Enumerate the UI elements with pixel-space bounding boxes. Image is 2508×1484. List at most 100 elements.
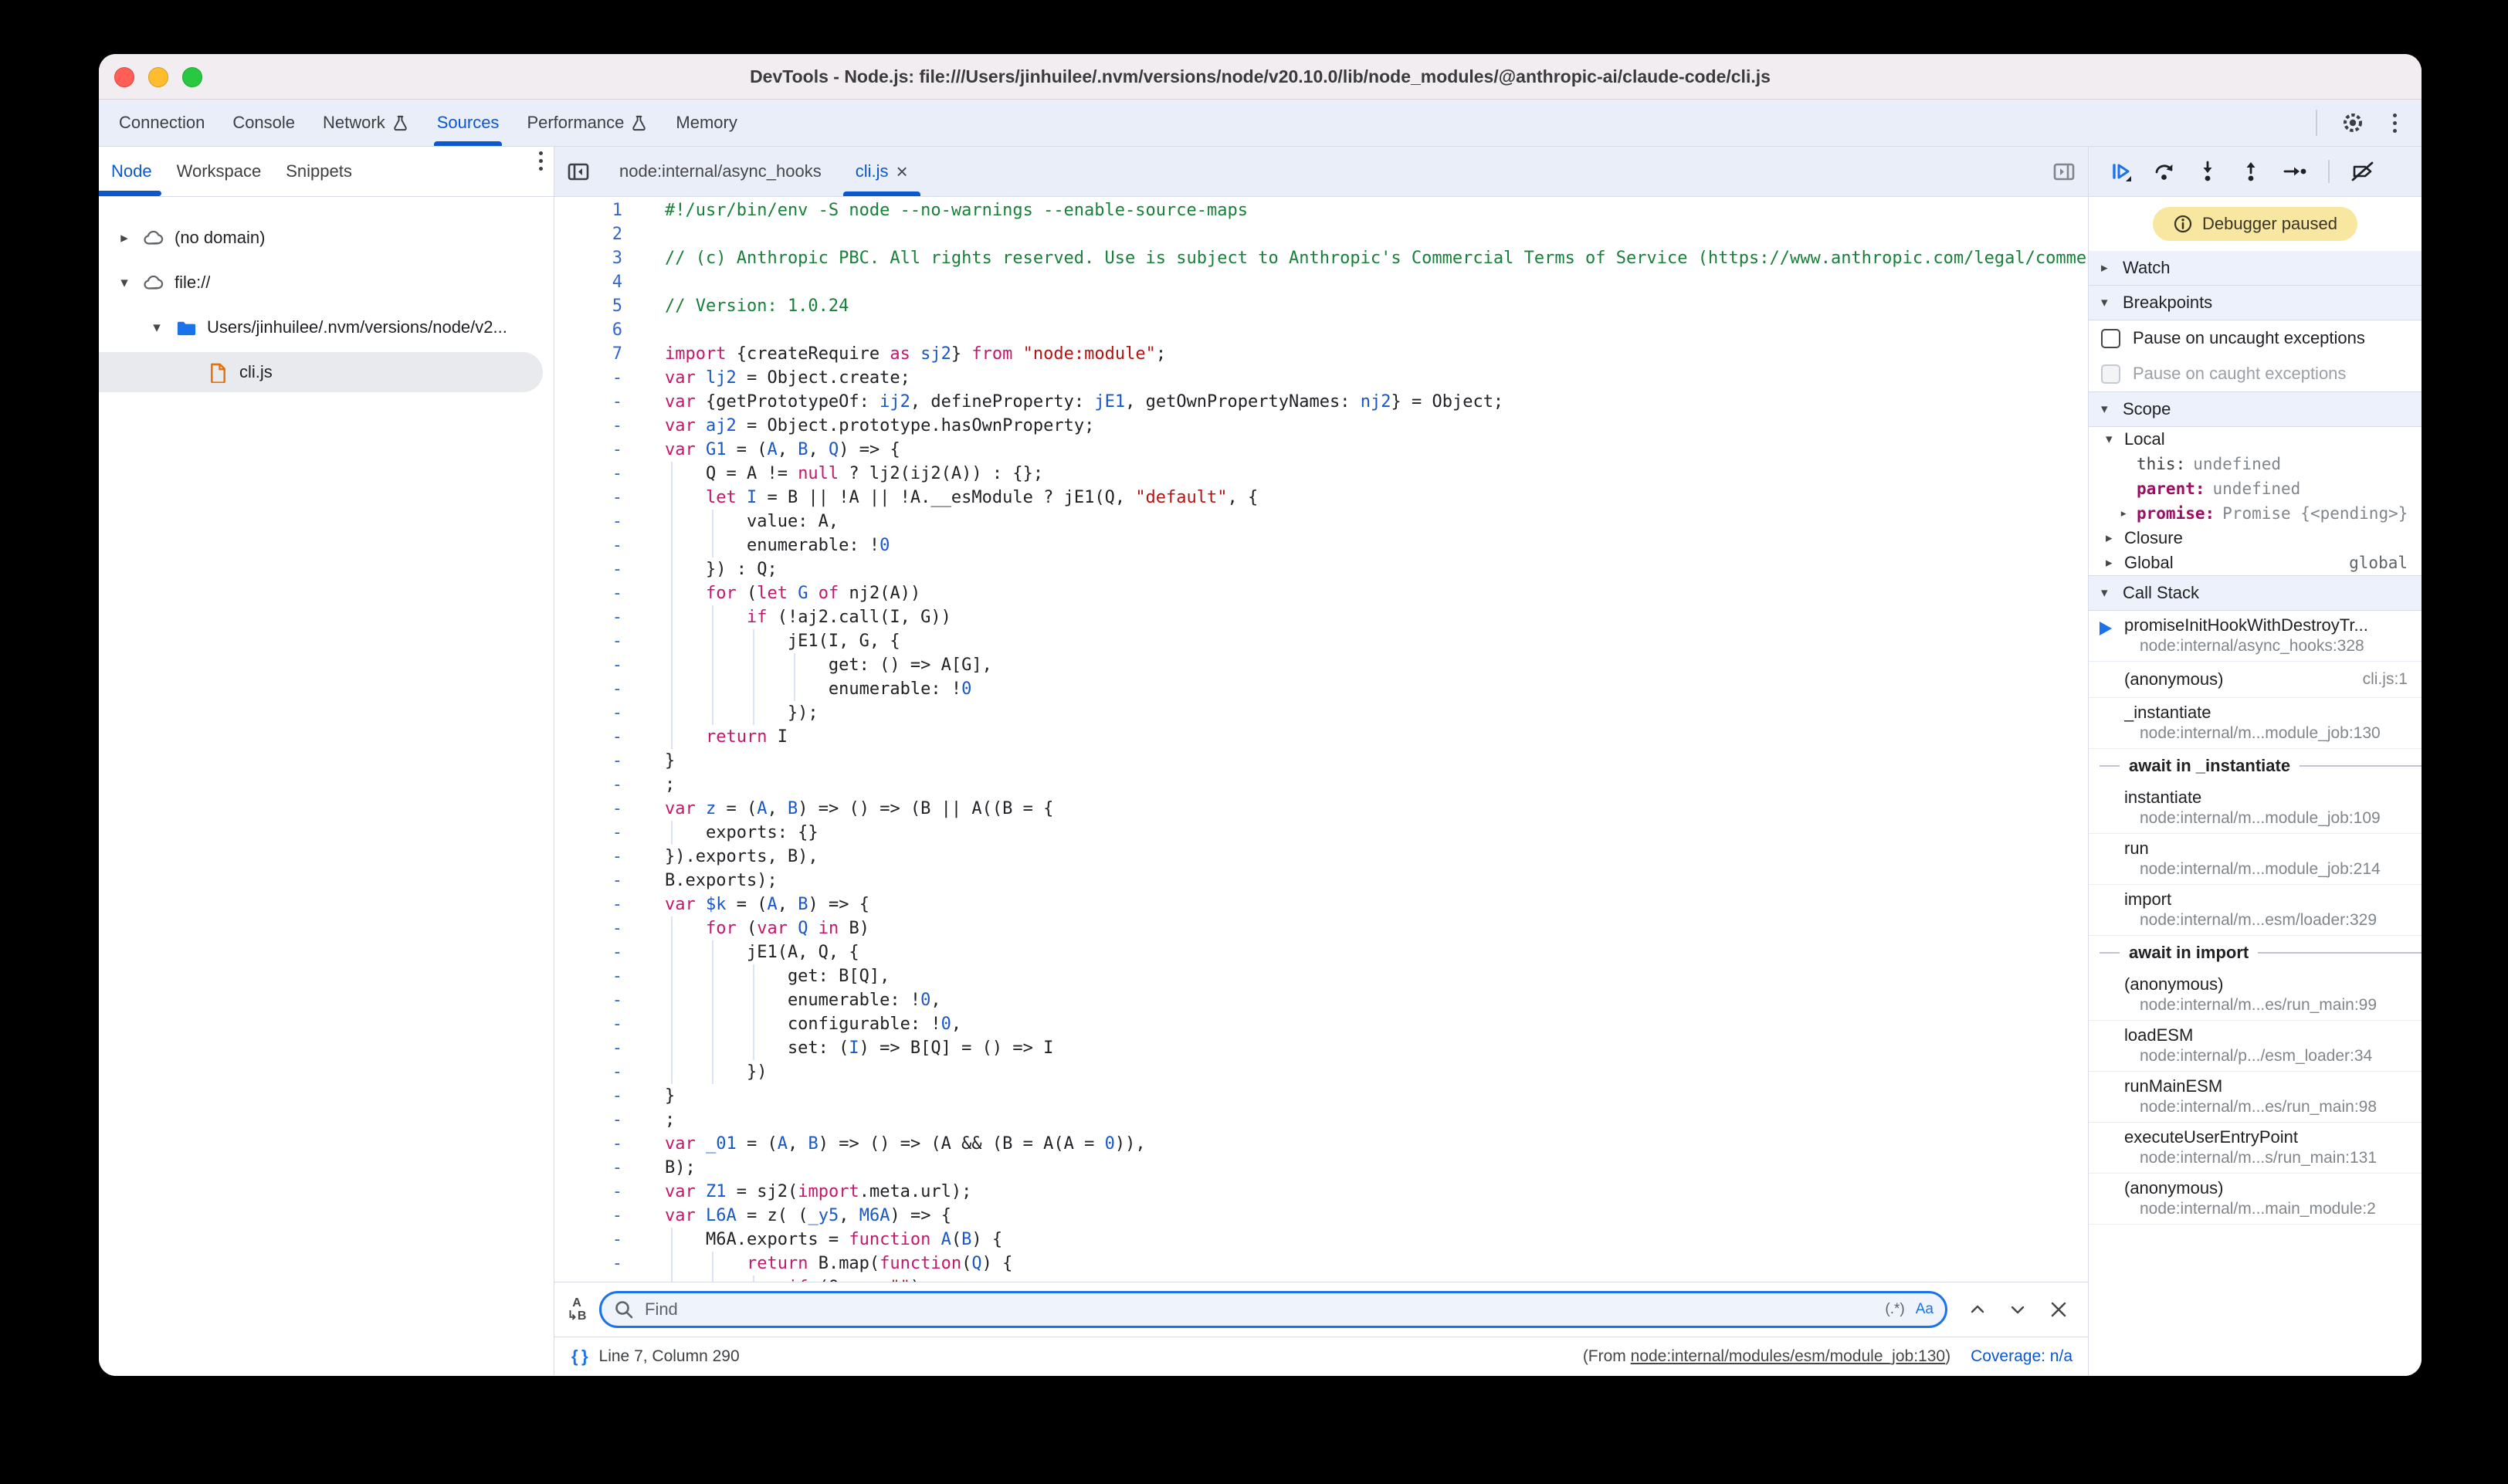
gutter-dash[interactable]: - <box>554 1084 644 1108</box>
gutter-dash[interactable]: - <box>554 366 644 390</box>
call-stack-frame[interactable]: (anonymous)node:internal/m...es/run_main… <box>2089 970 2422 1021</box>
tree-item-users-jinhuilee-nvm-versions-node-v2-[interactable]: ▾Users/jinhuilee/.nvm/versions/node/v2..… <box>99 305 554 350</box>
gutter-line-number[interactable]: 6 <box>554 318 644 342</box>
gutter-line-number[interactable]: 4 <box>554 270 644 294</box>
checkbox-unchecked[interactable] <box>2101 329 2120 348</box>
step-into-icon[interactable] <box>2195 159 2220 184</box>
show-debugger-panel-icon[interactable] <box>2040 147 2088 196</box>
call-stack-frame-current[interactable]: promiseInitHookWithDestroyTr...node:inte… <box>2089 611 2422 662</box>
tree-item--no-domain-[interactable]: ▸(no domain) <box>99 215 554 260</box>
gutter-dash[interactable]: - <box>554 486 644 510</box>
gutter-dash[interactable]: - <box>554 725 644 749</box>
hide-navigator-icon[interactable] <box>554 147 602 196</box>
scope-section-header[interactable]: ▾ Scope <box>2089 391 2422 427</box>
call-stack-frame[interactable]: _instantiatenode:internal/m...module_job… <box>2089 698 2422 749</box>
coverage-link[interactable]: Coverage: n/a <box>1971 1347 2072 1366</box>
tab-connection[interactable]: Connection <box>105 100 219 146</box>
tree-item-file-[interactable]: ▾file:// <box>99 260 554 305</box>
tab-performance[interactable]: Performance <box>513 100 662 146</box>
source-editor[interactable]: 1#!/usr/bin/env -S node --no-warnings --… <box>554 197 2088 1282</box>
replace-toggle-icon[interactable]: A↳B <box>554 1296 599 1323</box>
match-case-toggle-icon[interactable]: Aa <box>1916 1301 1934 1318</box>
scope-property-this[interactable]: this:undefined <box>2089 452 2422 476</box>
find-previous-icon[interactable] <box>1967 1299 1988 1320</box>
gutter-dash[interactable]: - <box>554 821 644 845</box>
gutter-dash[interactable]: - <box>554 1252 644 1276</box>
gutter-dash[interactable]: - <box>554 1108 644 1132</box>
call-stack-frame[interactable]: importnode:internal/m...esm/loader:329 <box>2089 885 2422 936</box>
resume-script-icon[interactable] <box>2109 159 2133 184</box>
gutter-dash[interactable]: - <box>554 605 644 629</box>
gutter-dash[interactable]: - <box>554 988 644 1012</box>
scope-property-parent[interactable]: parent:undefined <box>2089 476 2422 501</box>
gutter-dash[interactable]: - <box>554 629 644 653</box>
navigator-tab-snippets[interactable]: Snippets <box>273 147 364 196</box>
editor-tab-cli-js[interactable]: cli.js× <box>839 147 925 196</box>
scope-group-global[interactable]: ▸Globalglobal <box>2089 551 2422 575</box>
gutter-dash[interactable]: - <box>554 390 644 414</box>
call-stack-frame[interactable]: runMainESMnode:internal/m...es/run_main:… <box>2089 1072 2422 1123</box>
call-stack-frame[interactable]: instantiatenode:internal/m...module_job:… <box>2089 783 2422 834</box>
tree-item-cli-js[interactable]: cli.js <box>99 350 554 395</box>
settings-gear-icon[interactable] <box>2340 110 2365 135</box>
find-input[interactable] <box>599 1291 1947 1328</box>
gutter-dash[interactable]: - <box>554 510 644 534</box>
chevron-down-icon[interactable]: ▾ <box>111 274 137 292</box>
navigator-tab-node[interactable]: Node <box>99 147 164 196</box>
gutter-dash[interactable]: - <box>554 534 644 557</box>
gutter-line-number[interactable]: 5 <box>554 294 644 318</box>
source-map-link[interactable]: node:internal/modules/esm/module_job:130 <box>1631 1347 1945 1365</box>
tab-network[interactable]: Network <box>309 100 423 146</box>
chevron-right-icon[interactable]: ▸ <box>111 229 137 247</box>
call-stack-frame[interactable]: loadESMnode:internal/p.../esm_loader:34 <box>2089 1021 2422 1072</box>
gutter-dash[interactable]: - <box>554 1060 644 1084</box>
navigator-tab-workspace[interactable]: Workspace <box>164 147 274 196</box>
step-over-icon[interactable] <box>2152 159 2177 184</box>
gutter-line-number[interactable]: 3 <box>554 246 644 270</box>
gutter-dash[interactable]: - <box>554 414 644 438</box>
gutter-dash[interactable]: - <box>554 557 644 581</box>
gutter-dash[interactable]: - <box>554 845 644 869</box>
gutter-line-number[interactable]: 1 <box>554 198 644 222</box>
tab-console[interactable]: Console <box>219 100 309 146</box>
gutter-dash[interactable]: - <box>554 1204 644 1228</box>
watch-section-header[interactable]: ▸ Watch <box>2089 251 2422 286</box>
step-out-icon[interactable] <box>2239 159 2263 184</box>
gutter-dash[interactable]: - <box>554 916 644 940</box>
gutter-dash[interactable]: - <box>554 438 644 462</box>
editor-tab-node-internal-async-hooks[interactable]: node:internal/async_hooks <box>602 147 839 196</box>
gutter-dash[interactable]: - <box>554 869 644 893</box>
gutter-dash[interactable]: - <box>554 1276 644 1282</box>
gutter-line-number[interactable]: 7 <box>554 342 644 366</box>
gutter-dash[interactable]: - <box>554 1036 644 1060</box>
chevron-down-icon[interactable]: ▾ <box>144 319 170 337</box>
regex-toggle-icon[interactable]: (.*) <box>1885 1301 1904 1318</box>
gutter-dash[interactable]: - <box>554 893 644 916</box>
gutter-dash[interactable]: - <box>554 773 644 797</box>
close-find-icon[interactable] <box>2048 1299 2069 1320</box>
gutter-dash[interactable]: - <box>554 1156 644 1180</box>
call-stack-frame[interactable]: (anonymous)node:internal/m...main_module… <box>2089 1174 2422 1225</box>
scope-property-promise[interactable]: ▸promise:Promise {<pending>} <box>2089 501 2422 526</box>
tab-memory[interactable]: Memory <box>662 100 751 146</box>
call-stack-frame[interactable]: runnode:internal/m...module_job:214 <box>2089 834 2422 885</box>
gutter-dash[interactable]: - <box>554 701 644 725</box>
more-options-icon[interactable] <box>2388 109 2401 137</box>
gutter-dash[interactable]: - <box>554 581 644 605</box>
gutter-dash[interactable]: - <box>554 797 644 821</box>
gutter-dash[interactable]: - <box>554 749 644 773</box>
gutter-dash[interactable]: - <box>554 462 644 486</box>
deactivate-breakpoints-icon[interactable] <box>2350 159 2376 184</box>
scope-group-local[interactable]: ▾Local <box>2089 427 2422 452</box>
gutter-dash[interactable]: - <box>554 1012 644 1036</box>
find-next-icon[interactable] <box>2008 1299 2028 1320</box>
call-stack-section-header[interactable]: ▾ Call Stack <box>2089 575 2422 611</box>
call-stack-frame[interactable]: (anonymous)cli.js:1 <box>2089 662 2422 698</box>
call-stack-frame[interactable]: executeUserEntryPointnode:internal/m...s… <box>2089 1123 2422 1174</box>
gutter-line-number[interactable]: 2 <box>554 222 644 246</box>
breakpoints-section-header[interactable]: ▾ Breakpoints <box>2089 286 2422 320</box>
tab-sources[interactable]: Sources <box>423 100 513 146</box>
gutter-dash[interactable]: - <box>554 940 644 964</box>
step-icon[interactable] <box>2282 159 2308 184</box>
navigator-more-icon[interactable] <box>534 147 554 196</box>
